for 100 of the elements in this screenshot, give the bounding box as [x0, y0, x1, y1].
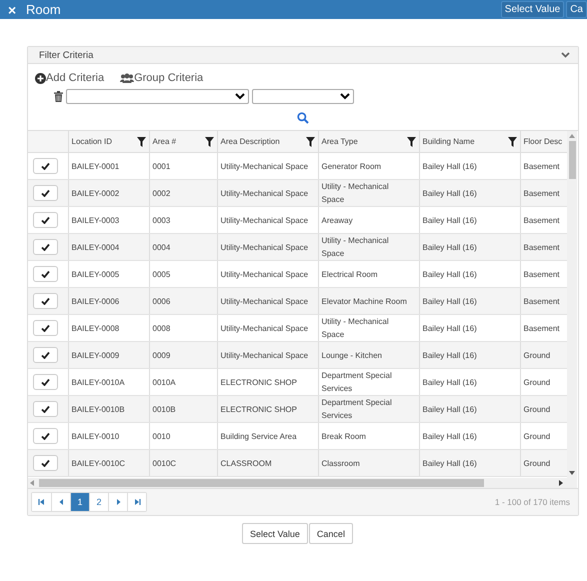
check-icon: [41, 405, 50, 413]
check-icon: [41, 297, 50, 305]
table-cell: BAILEY-0010B: [68, 396, 149, 422]
people-icon: [120, 73, 134, 83]
table-cell: Bailey Hall (16): [419, 234, 520, 260]
table-cell: BAILEY-0009: [68, 342, 149, 368]
table-cell: Ground: [520, 450, 567, 476]
plus-circle-icon: [35, 72, 46, 84]
group-criteria-link[interactable]: Group Criteria: [120, 72, 204, 84]
table-cell: CLASSROOM: [217, 450, 318, 476]
table-cell: BAILEY-0006: [68, 288, 149, 314]
last-page-icon: [134, 499, 140, 505]
chevron-icon[interactable]: [561, 52, 570, 58]
table-cell: Ground: [520, 396, 567, 422]
vertical-scrollbar[interactable]: [567, 131, 577, 478]
select-row-button[interactable]: [33, 455, 58, 471]
table-cell: Bailey Hall (16): [419, 450, 520, 476]
table-cell: 0010B: [149, 396, 217, 422]
filter-icon[interactable]: [508, 136, 516, 146]
column-header[interactable]: Area Type: [318, 131, 419, 152]
table-cell: Utility-Mechanical Space: [217, 342, 318, 368]
table-cell: Bailey Hall (16): [419, 396, 520, 422]
column-header[interactable]: Area Description: [217, 131, 318, 152]
horizontal-scrollbar[interactable]: [28, 478, 577, 488]
select-row-button[interactable]: [33, 266, 58, 282]
select-row-button[interactable]: [33, 347, 58, 363]
table-cell: 0006: [149, 288, 217, 314]
select-row-button[interactable]: [33, 293, 58, 309]
last-page-button[interactable]: [127, 493, 146, 511]
filter-icon[interactable]: [204, 136, 214, 146]
select-row-button[interactable]: [33, 185, 58, 201]
table-cell: 0009: [149, 342, 217, 368]
scroll-right-icon[interactable]: [559, 480, 563, 486]
pager-info: 1 - 100 of 170 items: [494, 497, 570, 507]
header-button[interactable]: Ca: [566, 1, 587, 18]
check-icon: [41, 378, 50, 386]
previous-page-icon: [58, 499, 64, 505]
select-row-button[interactable]: [33, 158, 58, 174]
table-cell: Basement: [520, 288, 567, 314]
footer-button[interactable]: Select Value: [242, 523, 308, 544]
table-cell: Lounge - Kitchen: [318, 342, 419, 368]
table-cell: Department Special Services: [318, 396, 419, 422]
table-cell: 0002: [149, 180, 217, 206]
table-cell: Bailey Hall (16): [419, 180, 520, 206]
filter-icon[interactable]: [306, 136, 314, 146]
close-icon[interactable]: ×: [8, 2, 18, 18]
check-icon: [41, 324, 50, 332]
select-row-button[interactable]: [33, 401, 58, 417]
footer-button[interactable]: Cancel: [308, 523, 353, 544]
scroll-thumb[interactable]: [568, 141, 576, 179]
table-cell: Bailey Hall (16): [419, 342, 520, 368]
check-icon: [41, 216, 50, 224]
select-row-button[interactable]: [33, 239, 58, 255]
table-cell: BAILEY-0002: [68, 180, 149, 206]
scroll-thumb[interactable]: [39, 479, 484, 487]
table-cell: 0004: [149, 234, 217, 260]
select-row-button[interactable]: [33, 212, 58, 228]
table-cell: Basement: [520, 234, 567, 260]
check-icon: [41, 189, 50, 197]
table-cell: ELECTRONIC SHOP: [217, 396, 318, 422]
scroll-down-icon[interactable]: [569, 471, 575, 475]
column-header[interactable]: Location ID: [68, 131, 149, 152]
check-icon: [41, 432, 50, 440]
table-cell: Classroom: [318, 450, 419, 476]
column-header[interactable]: Floor Desc: [520, 131, 567, 152]
first-page-icon: [38, 499, 45, 505]
panel-header[interactable]: Filter Criteria: [28, 47, 578, 64]
header-button[interactable]: Select Value: [500, 1, 564, 18]
table-cell: Utility - Mechanical Space: [318, 180, 419, 206]
panel-title: Filter Criteria: [39, 50, 94, 60]
page-button[interactable]: 1: [70, 493, 89, 511]
table-cell: Basement: [520, 180, 567, 206]
column-header[interactable]: Building Name: [419, 131, 520, 152]
next-page-icon: [114, 499, 122, 505]
check-icon: [41, 270, 50, 278]
table-cell: Elevator Machine Room: [318, 288, 419, 314]
add-criteria-link[interactable]: Add Criteria: [35, 72, 104, 84]
filter-icon[interactable]: [136, 136, 146, 146]
table-cell: Bailey Hall (16): [419, 288, 520, 314]
check-icon: [41, 459, 50, 467]
search-icon[interactable]: [297, 112, 309, 124]
filter-icon[interactable]: [406, 136, 416, 146]
select-row-button[interactable]: [33, 374, 58, 390]
column-header[interactable]: Area #: [149, 131, 217, 152]
window-title: Room: [26, 2, 62, 17]
select-row-button[interactable]: [33, 320, 58, 336]
check-icon: [41, 162, 50, 170]
field-dropdown[interactable]: [66, 89, 249, 104]
check-icon: [41, 351, 50, 359]
table-cell: Utility-Mechanical Space: [217, 180, 318, 206]
check-icon: [41, 243, 50, 251]
table-cell: Ground: [520, 342, 567, 368]
table-cell: Utility-Mechanical Space: [217, 234, 318, 260]
table-cell: Utility - Mechanical Space: [318, 234, 419, 260]
table-cell: 0010C: [149, 450, 217, 476]
select-row-button[interactable]: [33, 428, 58, 444]
table-cell: Utility-Mechanical Space: [217, 288, 318, 314]
table-cell: BAILEY-0010C: [68, 450, 149, 476]
trash-icon[interactable]: [54, 91, 63, 102]
table-cell: BAILEY-0004: [68, 234, 149, 260]
